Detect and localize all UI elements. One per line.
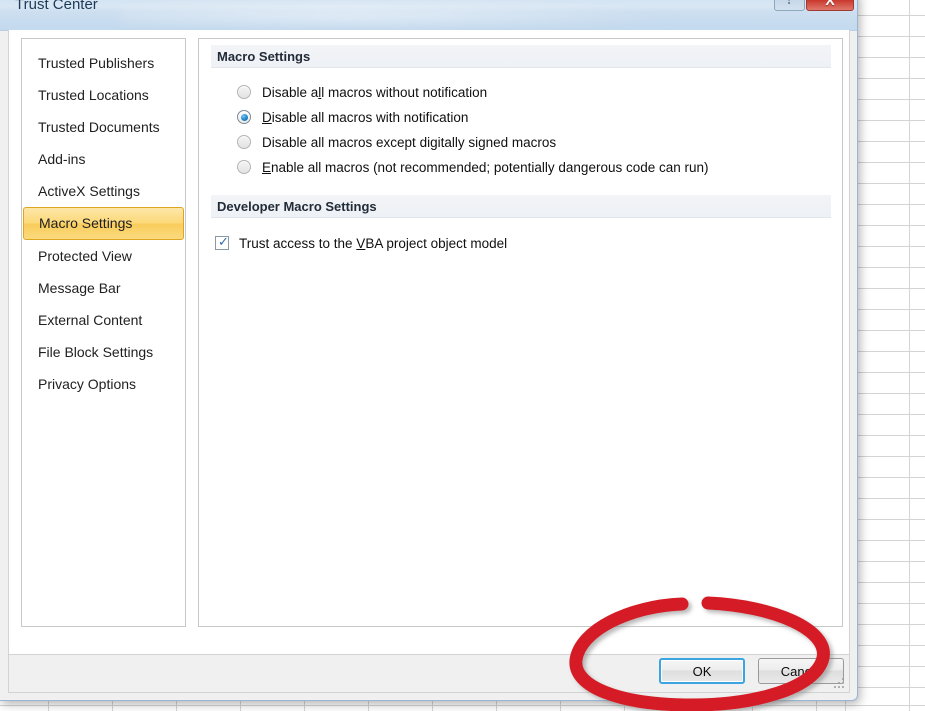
radio-label: Disable all macros without notification xyxy=(262,85,487,100)
close-icon[interactable]: X xyxy=(806,0,854,11)
macro-settings-header: Macro Settings xyxy=(211,45,831,68)
dialog-titlebar: Trust Center ? X xyxy=(0,0,858,31)
settings-content-pane: Macro Settings Disable all macros withou… xyxy=(198,38,843,627)
sidebar-item-activex-settings[interactable]: ActiveX Settings xyxy=(23,175,184,207)
radio-label: Disable all macros except digitally sign… xyxy=(262,135,556,150)
radio-icon[interactable] xyxy=(237,85,251,99)
sidebar-item-add-ins[interactable]: Add-ins xyxy=(23,143,184,175)
trust-center-dialog: Trust Center ? X Trusted Publishers Trus… xyxy=(0,0,858,701)
sidebar-item-message-bar[interactable]: Message Bar xyxy=(23,272,184,304)
dialog-footer: OK Cancel xyxy=(8,655,850,693)
resize-gripper[interactable] xyxy=(832,676,846,690)
checkbox-icon[interactable]: ✓ xyxy=(215,236,229,250)
caption-button-group: ? X xyxy=(774,0,854,11)
sidebar-item-trusted-locations[interactable]: Trusted Locations xyxy=(23,79,184,111)
checkbox-label: Trust access to the VBA project object m… xyxy=(239,236,507,251)
help-icon[interactable]: ? xyxy=(774,0,805,11)
dialog-title: Trust Center xyxy=(15,0,98,13)
radio-label: Enable all macros (not recommended; pote… xyxy=(262,160,709,175)
sidebar-item-privacy-options[interactable]: Privacy Options xyxy=(23,368,184,400)
radio-option-disable-without-notification[interactable]: Disable all macros without notification xyxy=(237,81,487,103)
titlebar-glass-highlight xyxy=(120,2,680,28)
sidebar-item-protected-view[interactable]: Protected View xyxy=(23,240,184,272)
sidebar-item-trusted-publishers[interactable]: Trusted Publishers xyxy=(23,47,184,79)
dialog-body: Trusted Publishers Trusted Locations Tru… xyxy=(8,30,850,655)
sidebar-item-external-content[interactable]: External Content xyxy=(23,304,184,336)
radio-label: Disable all macros with notification xyxy=(262,110,468,125)
radio-option-disable-with-notification[interactable]: Disable all macros with notification xyxy=(237,106,468,128)
sidebar-item-trusted-documents[interactable]: Trusted Documents xyxy=(23,111,184,143)
sidebar-item-macro-settings[interactable]: Macro Settings xyxy=(23,207,184,240)
category-sidebar: Trusted Publishers Trusted Locations Tru… xyxy=(21,38,186,627)
developer-macro-settings-header: Developer Macro Settings xyxy=(211,195,831,218)
screen-root: Trust Center ? X Trusted Publishers Trus… xyxy=(0,0,925,711)
radio-option-enable-all-macros[interactable]: Enable all macros (not recommended; pote… xyxy=(237,156,709,178)
ok-button[interactable]: OK xyxy=(659,658,745,684)
radio-icon[interactable] xyxy=(237,135,251,149)
radio-option-disable-except-signed[interactable]: Disable all macros except digitally sign… xyxy=(237,131,556,153)
radio-icon[interactable] xyxy=(237,110,251,124)
sidebar-item-file-block-settings[interactable]: File Block Settings xyxy=(23,336,184,368)
checkbox-trust-vba-access[interactable]: ✓ Trust access to the VBA project object… xyxy=(215,232,507,254)
radio-icon[interactable] xyxy=(237,160,251,174)
